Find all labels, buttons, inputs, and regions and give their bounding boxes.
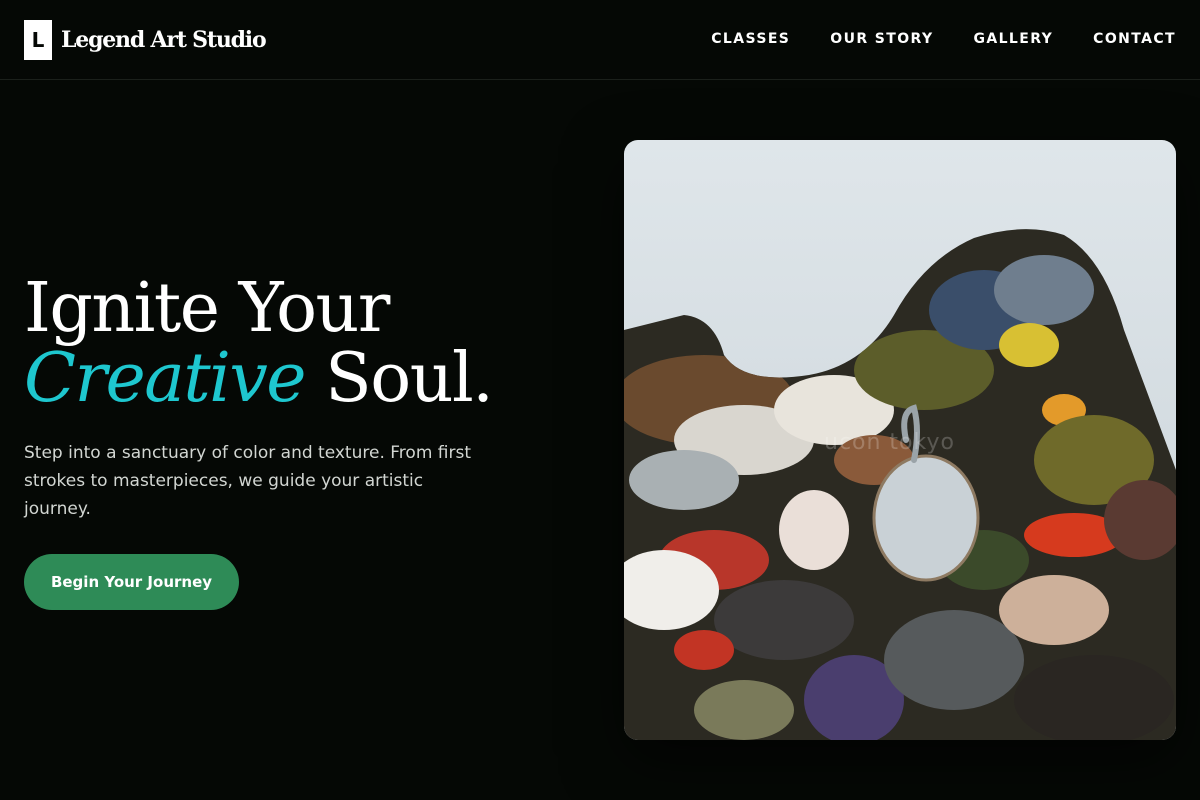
nav-link-our-story[interactable]: OUR STORY bbox=[830, 31, 933, 47]
hero-heading-accent: Creative bbox=[24, 339, 307, 418]
logo[interactable]: L Legend Art Studio bbox=[24, 20, 267, 60]
logo-text: Legend Art Studio bbox=[61, 27, 267, 53]
hero-subtitle: Step into a sanctuary of color and textu… bbox=[24, 443, 471, 519]
logo-icon: L bbox=[24, 20, 52, 60]
begin-journey-button[interactable]: Begin Your Journey bbox=[24, 554, 239, 610]
nav-link-classes[interactable]: CLASSES bbox=[711, 31, 790, 47]
main-nav: CLASSES OUR STORY GALLERY CONTACT bbox=[711, 0, 1176, 78]
hero-heading-line1: Ignite Your bbox=[24, 269, 390, 348]
hero-heading-end: Soul. bbox=[305, 339, 494, 418]
image-watermark: ucon tokyo bbox=[824, 430, 955, 455]
hero-image: ucon tokyo bbox=[624, 140, 1176, 740]
hero-heading: Ignite Your Creative Soul. bbox=[24, 274, 494, 414]
nav-link-gallery[interactable]: GALLERY bbox=[973, 31, 1053, 47]
nav-link-contact[interactable]: CONTACT bbox=[1093, 31, 1176, 47]
site-header: L Legend Art Studio CLASSES OUR STORY GA… bbox=[0, 0, 1200, 80]
